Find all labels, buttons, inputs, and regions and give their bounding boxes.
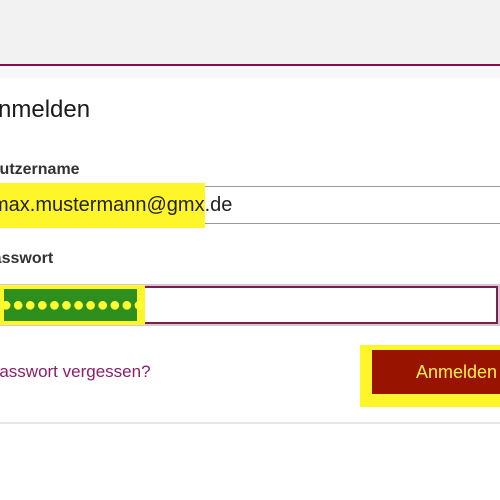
username-label: Nutzername [0, 161, 80, 178]
password-label: Passwort [0, 250, 54, 267]
page-title: Anmelden [0, 96, 91, 123]
forgot-password-link[interactable]: Passwort vergessen? [0, 362, 151, 382]
username-value[interactable]: max.mustermann@gmx.de [0, 194, 232, 217]
login-button[interactable]: Anmelden [372, 350, 500, 394]
password-masked-value[interactable]: ●●●●●●●●●●●● [0, 291, 145, 319]
top-bar [0, 0, 500, 66]
